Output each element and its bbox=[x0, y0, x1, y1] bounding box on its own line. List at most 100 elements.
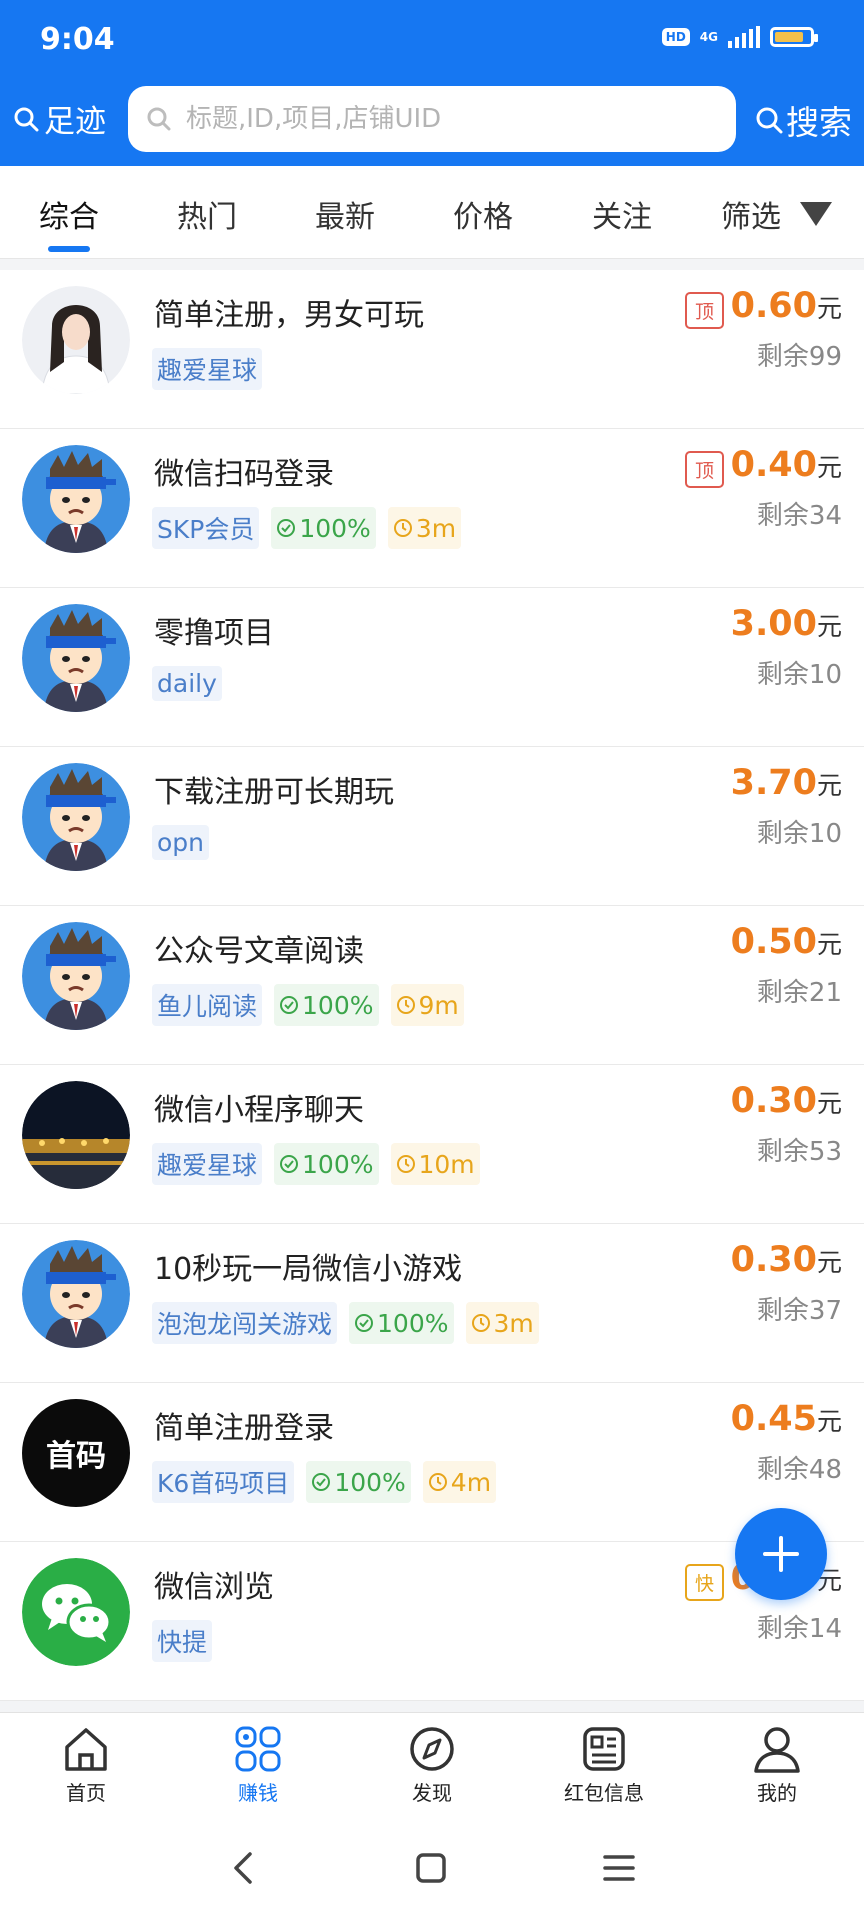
price-value: 0.30 bbox=[730, 1081, 817, 1121]
tab-latest[interactable]: 最新 bbox=[290, 192, 400, 236]
task-title: 下载注册可长期玩 bbox=[154, 775, 394, 810]
task-title: 公众号文章阅读 bbox=[154, 934, 364, 969]
category-tabs: 综合 热门 最新 价格 关注 筛选 bbox=[0, 166, 864, 259]
task-avatar bbox=[22, 1240, 130, 1348]
tag-text: 100% bbox=[302, 1149, 374, 1179]
bottom-nav: 首页 赚钱 发现 红包信息 我的 bbox=[0, 1712, 864, 1819]
tab-popular[interactable]: 热门 bbox=[152, 192, 262, 236]
task-item[interactable]: 简单注册，男女可玩趣爱星球 顶 0.60元剩余99 bbox=[0, 270, 864, 429]
home-button-icon[interactable] bbox=[415, 1852, 447, 1884]
price-value: 3.00 bbox=[730, 604, 817, 644]
task-price: 0.50元 bbox=[731, 922, 842, 962]
task-item[interactable]: 首码 简单注册登录 K6首码项目 100% 4m 0.45元 剩余48 bbox=[0, 1383, 864, 1542]
tag-text: 3m bbox=[415, 513, 457, 543]
back-icon[interactable] bbox=[230, 1850, 256, 1886]
price-unit: 元 bbox=[816, 930, 842, 959]
price-value: 3.70 bbox=[730, 763, 817, 803]
menu-icon[interactable] bbox=[603, 1853, 635, 1883]
task-title: 微信小程序聊天 bbox=[154, 1093, 364, 1128]
nav-discover[interactable]: 发现 bbox=[362, 1725, 502, 1806]
tag-text: 泡泡龙闯关游戏 bbox=[157, 1310, 333, 1339]
price-unit: 元 bbox=[816, 1089, 842, 1118]
add-task-button[interactable] bbox=[735, 1508, 827, 1600]
tag-text: 100% bbox=[302, 990, 374, 1020]
tab-comprehensive[interactable]: 综合 bbox=[14, 192, 124, 236]
search-button[interactable]: 搜索 bbox=[754, 96, 852, 144]
task-item[interactable]: 微信扫码登录 SKP会员 100% 3m 顶 0.40元 剩余34 bbox=[0, 429, 864, 588]
remaining-count: 剩余21 bbox=[756, 978, 842, 1008]
task-title: 简单注册，男女可玩 bbox=[154, 298, 424, 333]
task-avatar bbox=[22, 1558, 130, 1666]
price-value: 0.40 bbox=[730, 445, 817, 485]
clock-icon bbox=[396, 1154, 416, 1174]
footprint-button[interactable]: 足迹 bbox=[12, 96, 106, 141]
task-item[interactable]: 10秒玩一局微信小游戏 泡泡龙闯关游戏 100% 3m 0.30元 剩余37 bbox=[0, 1224, 864, 1383]
task-title: 简单注册登录 bbox=[154, 1411, 334, 1446]
project-tag: 泡泡龙闯关游戏 bbox=[152, 1302, 338, 1344]
task-tags: K6首码项目 100% 4m bbox=[152, 1461, 497, 1503]
duration-tag: 3m bbox=[387, 507, 462, 549]
status-time: 9:04 bbox=[40, 22, 115, 57]
clock-icon bbox=[428, 1472, 448, 1492]
remaining-count: 剩余48 bbox=[756, 1455, 842, 1485]
home-icon bbox=[65, 1728, 107, 1771]
tab-price[interactable]: 价格 bbox=[428, 192, 538, 236]
task-item[interactable]: 零撸项目 daily 3.00元 剩余10 bbox=[0, 588, 864, 747]
footprint-icon bbox=[14, 107, 39, 131]
price-unit: 元 bbox=[816, 294, 842, 323]
success-rate-tag: 100% bbox=[349, 1302, 454, 1344]
nav-profile[interactable]: 我的 bbox=[707, 1725, 847, 1806]
task-title: 10秒玩一局微信小游戏 bbox=[154, 1252, 463, 1287]
tag-text: 快提 bbox=[157, 1628, 208, 1657]
battery-icon bbox=[770, 27, 818, 47]
project-tag: 趣爱星球 bbox=[152, 1143, 263, 1185]
hd-badge: HD bbox=[661, 28, 690, 46]
compass-icon bbox=[410, 1727, 454, 1771]
nav-earn-label: 赚钱 bbox=[238, 1781, 278, 1805]
remaining-count: 剩余99 bbox=[756, 342, 842, 372]
nav-earn[interactable]: 赚钱 bbox=[188, 1725, 328, 1806]
success-rate-tag: 100% bbox=[274, 984, 379, 1026]
task-item[interactable]: 公众号文章阅读鱼儿阅读 100% 9m 0.50元剩余21 bbox=[0, 906, 864, 1065]
task-item[interactable]: 微信小程序聊天 趣爱星球 100% 10m 0.30元 剩余53 bbox=[0, 1065, 864, 1224]
remaining-count: 剩余14 bbox=[756, 1614, 842, 1644]
task-price: 0.30元 bbox=[731, 1081, 842, 1121]
avatar-text: 首码 bbox=[46, 1439, 106, 1474]
task-tags: daily bbox=[152, 666, 222, 701]
pinned-badge: 顶 bbox=[684, 292, 724, 329]
tag-text: daily bbox=[157, 669, 217, 698]
price-unit: 元 bbox=[816, 453, 842, 482]
task-item[interactable]: 下载注册可长期玩 opn 3.70元 剩余10 bbox=[0, 747, 864, 906]
tag-text: 9m bbox=[418, 990, 459, 1020]
price-value: 0.50 bbox=[730, 922, 817, 962]
remaining-count: 剩余37 bbox=[756, 1296, 842, 1326]
filter-dropdown-icon[interactable] bbox=[800, 202, 832, 226]
price-value: 0.30 bbox=[730, 1240, 817, 1280]
tag-text: 100% bbox=[377, 1308, 449, 1338]
tag-text: 100% bbox=[334, 1467, 406, 1497]
task-item[interactable]: 微信浏览快提快0.30元剩余14 bbox=[0, 1542, 864, 1701]
task-avatar bbox=[22, 445, 130, 553]
price-unit: 元 bbox=[816, 771, 842, 800]
task-price: 0.30元 bbox=[731, 1240, 842, 1280]
project-tag: SKP会员 bbox=[152, 507, 260, 549]
tab-filter[interactable]: 筛选 bbox=[696, 192, 806, 236]
nav-home[interactable]: 首页 bbox=[16, 1725, 156, 1806]
price-value: 0.45 bbox=[730, 1399, 817, 1439]
search-icon bbox=[147, 107, 171, 131]
tab-following[interactable]: 关注 bbox=[567, 192, 677, 236]
tag-text: 趣爱星球 bbox=[157, 356, 258, 385]
task-title: 微信浏览 bbox=[154, 1570, 274, 1605]
duration-tag: 10m bbox=[390, 1143, 480, 1185]
task-avatar bbox=[22, 1081, 130, 1189]
pinned-badge: 顶 bbox=[684, 451, 724, 488]
task-price: 0.40元 bbox=[731, 445, 842, 485]
success-rate-tag: 100% bbox=[274, 1143, 379, 1185]
search-input[interactable] bbox=[184, 103, 708, 135]
search-box[interactable] bbox=[128, 86, 736, 152]
tag-text: 鱼儿阅读 bbox=[157, 992, 258, 1021]
active-tab-indicator bbox=[48, 246, 90, 252]
task-tags: SKP会员 100% 3m bbox=[152, 507, 462, 549]
nav-redpacket-news[interactable]: 红包信息 bbox=[534, 1725, 674, 1806]
task-price: 0.60元 bbox=[731, 286, 842, 326]
